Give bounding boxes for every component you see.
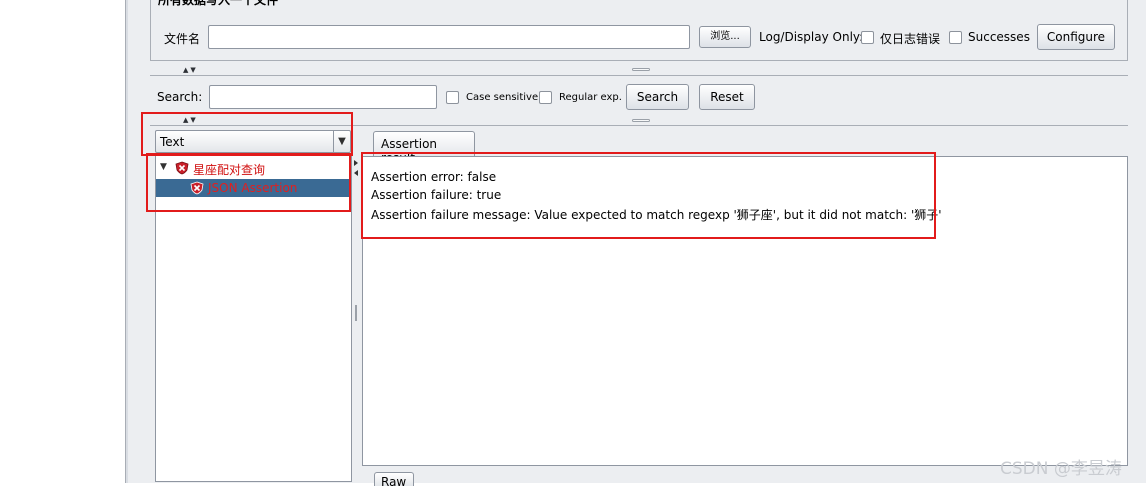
vertical-splitter[interactable] [353, 155, 359, 483]
collapse-arrows-icon[interactable]: ▲▼ [183, 66, 198, 74]
regex-label: Regular exp. [559, 92, 622, 103]
case-sensitive-checkbox[interactable] [446, 91, 459, 104]
search-label: Search: [157, 90, 203, 104]
horizontal-divider [150, 75, 1128, 76]
filename-label: 文件名 [164, 32, 201, 46]
log-display-only-label: Log/Display Only: [759, 30, 864, 44]
splitter-grip-icon[interactable] [632, 68, 650, 71]
left-blank-area [0, 0, 125, 483]
tab-raw[interactable]: Raw [374, 472, 414, 489]
file-output-group-title: 所有数据写入一个文件 [156, 0, 281, 8]
errors-only-label: 仅日志错误 [880, 32, 941, 46]
highlight-box-tree [146, 153, 351, 212]
configure-button[interactable]: Configure [1037, 24, 1115, 50]
search-input[interactable] [209, 85, 437, 109]
errors-only-checkbox[interactable] [861, 31, 874, 44]
successes-checkbox[interactable] [949, 31, 962, 44]
regex-checkbox[interactable] [539, 91, 552, 104]
highlight-box-result [361, 152, 936, 239]
case-sensitive-label: Case sensitive [466, 92, 539, 103]
tab-raw-label: Raw [381, 475, 407, 489]
browse-button[interactable]: 浏览... [699, 26, 751, 48]
search-button[interactable]: Search [626, 84, 689, 110]
successes-label: Successes [968, 30, 1030, 44]
watermark: CSDN @李昱涛 [1000, 459, 1122, 479]
splitter-grip-icon[interactable] [632, 119, 650, 122]
filename-input[interactable] [208, 25, 690, 49]
highlight-box-renderer [141, 112, 353, 156]
reset-button[interactable]: Reset [699, 84, 755, 110]
